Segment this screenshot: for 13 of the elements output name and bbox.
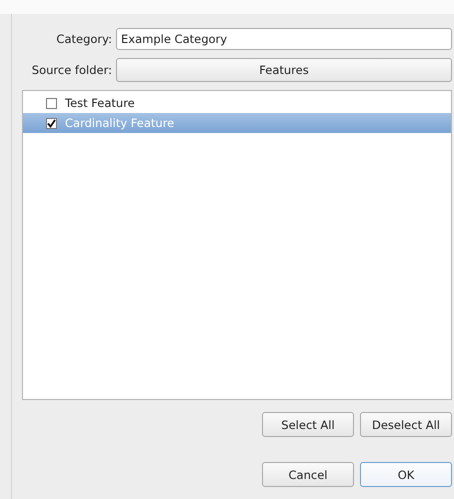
checkbox[interactable] bbox=[46, 98, 57, 108]
source-folder-button[interactable]: Features bbox=[116, 58, 452, 82]
feature-label: Cardinality Feature bbox=[65, 116, 174, 130]
category-label: Category: bbox=[55, 32, 112, 46]
source-folder-label: Source folder: bbox=[30, 63, 112, 77]
feature-label: Test Feature bbox=[65, 96, 135, 110]
dialog-button[interactable]: OK bbox=[360, 462, 452, 487]
category-field[interactable]: Example Category bbox=[116, 28, 452, 50]
checkbox[interactable] bbox=[46, 118, 57, 128]
list-button[interactable]: Select All bbox=[262, 412, 354, 437]
list-button[interactable]: Deselect All bbox=[360, 412, 452, 437]
feature-item[interactable]: Test Feature bbox=[23, 93, 451, 113]
dialog-button[interactable]: Cancel bbox=[262, 462, 354, 487]
